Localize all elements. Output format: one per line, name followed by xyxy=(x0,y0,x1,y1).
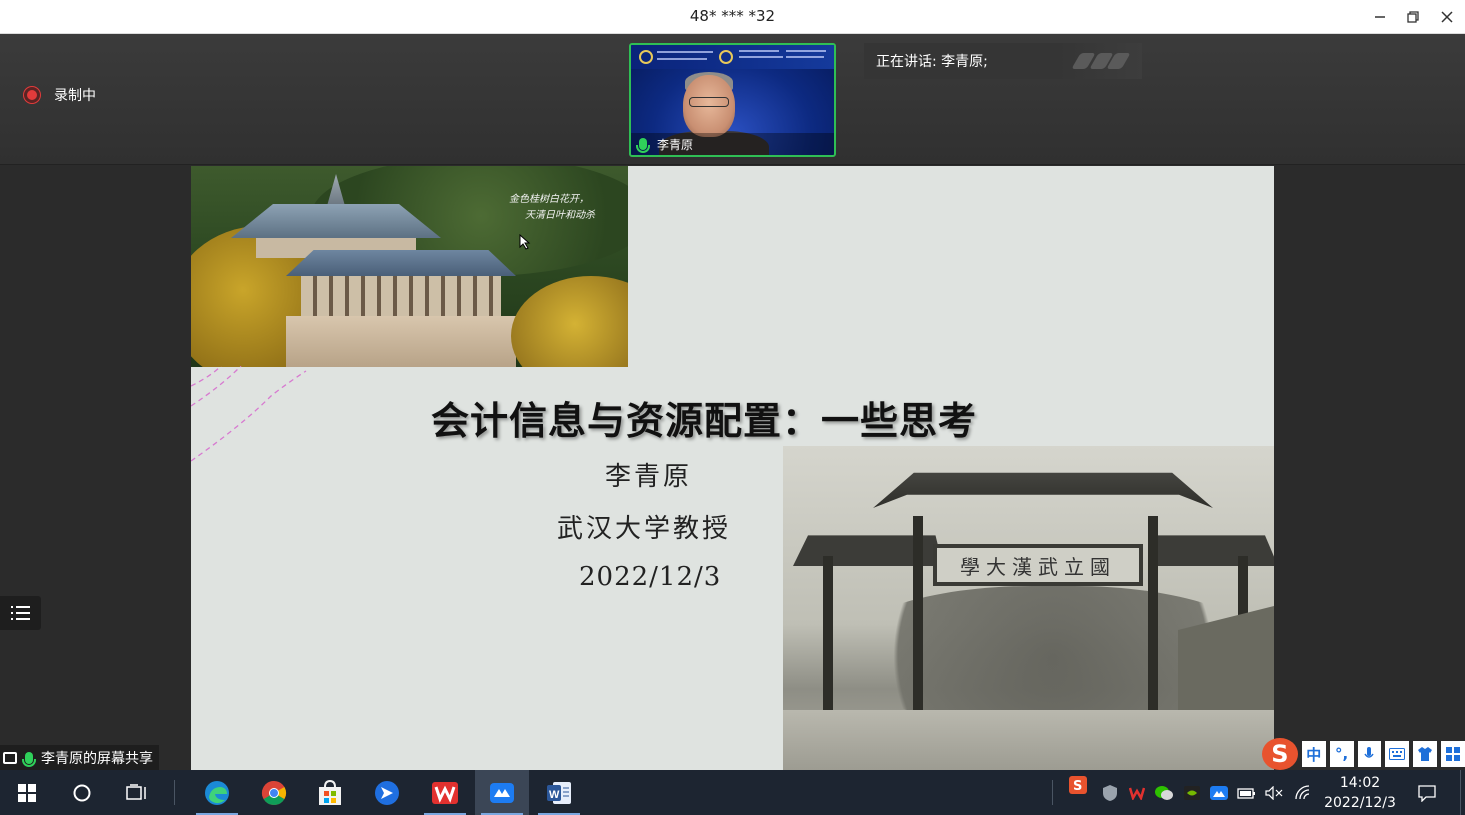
windows-taskbar: W S 14:02 2022/12/3 xyxy=(0,770,1465,815)
ime-voice-icon[interactable] xyxy=(1357,741,1382,767)
chrome-icon xyxy=(261,780,287,805)
video-name-label: 李青原 xyxy=(631,133,834,155)
svg-text:S: S xyxy=(1073,779,1082,794)
notification-icon xyxy=(1418,784,1436,802)
poem-line: 金色桂树白花开， xyxy=(509,194,589,205)
tray-sogou[interactable]: S xyxy=(1064,762,1091,807)
store-bag-icon xyxy=(319,779,341,805)
glasses-icon xyxy=(689,97,729,107)
minimize-icon xyxy=(1375,16,1385,18)
task-view-button[interactable] xyxy=(110,770,164,815)
tencent-meeting-icon xyxy=(490,782,514,803)
sidebar-list-button[interactable] xyxy=(0,596,41,630)
university-logo-icon xyxy=(719,50,733,64)
slide-date: 2022/12/3 xyxy=(579,562,722,592)
ime-mode-toggle[interactable]: 中 xyxy=(1301,741,1326,767)
poem-line: 天清日叶和动杀 xyxy=(525,210,595,221)
decorative-lines xyxy=(191,366,307,462)
slide-title: 会计信息与资源配置：一些思考 xyxy=(431,399,978,443)
historic-gate-photo: 學大漢武立國 xyxy=(783,446,1274,770)
restore-button[interactable] xyxy=(1398,4,1428,30)
participant-video[interactable]: 李青原 xyxy=(629,43,836,157)
tray-wifi[interactable] xyxy=(1289,770,1316,815)
sogou-logo-icon[interactable]: S xyxy=(1262,738,1298,770)
speaker-wave-icon xyxy=(1071,53,1131,69)
recording-label: 录制中 xyxy=(54,88,96,104)
participant-name: 李青原 xyxy=(657,137,694,152)
lark-icon xyxy=(375,780,399,805)
show-desktop-button[interactable] xyxy=(1460,770,1465,815)
mouse-cursor-icon xyxy=(519,234,531,250)
screen-share-text: 李青原的屏幕共享 xyxy=(41,750,153,767)
campus-photo: 金色桂树白花开， 天清日叶和动杀 xyxy=(191,166,628,367)
video-banner xyxy=(631,45,834,69)
wps-tray-icon xyxy=(1128,787,1145,800)
volume-muted-icon xyxy=(1264,785,1282,800)
tray-volume[interactable] xyxy=(1260,770,1287,815)
windows-logo-icon xyxy=(18,783,36,802)
nvidia-icon xyxy=(1183,785,1200,800)
search-button[interactable] xyxy=(55,770,109,815)
microphone-icon xyxy=(22,751,36,767)
window-titlebar: 48* *** *32 xyxy=(0,0,1465,34)
shared-screen-stage: 金色桂树白花开， 天清日叶和动杀 会计信息与资源配置：一些思考 李青原 武汉大学… xyxy=(0,166,1465,770)
battery-icon xyxy=(1236,787,1255,799)
tray-battery[interactable] xyxy=(1233,770,1260,815)
ime-keyboard-icon[interactable] xyxy=(1385,741,1410,767)
ime-toolbar: S 中 °, xyxy=(1262,737,1465,771)
tray-tencent-meeting[interactable] xyxy=(1205,770,1232,815)
meeting-topbar: 录制中 李青原 正在讲话: 李青原; xyxy=(0,34,1465,165)
university-logo-icon xyxy=(639,50,653,64)
minimize-button[interactable] xyxy=(1365,4,1395,30)
svg-text:W: W xyxy=(549,789,560,801)
cortana-circle-icon xyxy=(73,784,91,801)
tray-wechat[interactable] xyxy=(1150,770,1177,815)
window-title: 48* *** *32 xyxy=(689,7,776,25)
active-speaker-banner: 正在讲话: 李青原; xyxy=(864,43,1142,79)
tray-wps[interactable] xyxy=(1123,770,1150,815)
ime-punct-toggle[interactable]: °, xyxy=(1329,741,1354,767)
taskbar-wps[interactable] xyxy=(418,770,472,815)
slide-presenter: 李青原 xyxy=(605,462,693,492)
presentation-slide: 金色桂树白花开， 天清日叶和动杀 会计信息与资源配置：一些思考 李青原 武汉大学… xyxy=(191,166,1274,770)
list-icon xyxy=(10,606,30,620)
sogou-tray-icon: S xyxy=(1068,775,1087,794)
screen-share-label[interactable]: 李青原的屏幕共享 xyxy=(0,745,159,770)
edge-icon xyxy=(205,780,229,805)
taskbar-word[interactable]: W xyxy=(532,770,586,815)
task-view-icon xyxy=(126,783,146,800)
word-icon: W xyxy=(547,781,571,804)
wifi-icon xyxy=(1294,784,1309,799)
ime-skin-icon[interactable] xyxy=(1413,741,1438,767)
clock-date: 2022/12/3 xyxy=(1324,794,1396,811)
record-icon xyxy=(24,87,40,103)
restore-icon xyxy=(1407,11,1419,23)
microphone-icon xyxy=(636,138,650,153)
taskbar-feishu[interactable] xyxy=(360,770,414,815)
taskbar-store[interactable] xyxy=(303,770,357,815)
recording-indicator[interactable]: 录制中 xyxy=(24,85,96,105)
taskbar-tencent-meeting[interactable] xyxy=(475,770,529,815)
action-center-button[interactable] xyxy=(1412,770,1442,815)
taskbar-edge[interactable] xyxy=(190,770,244,815)
close-button[interactable] xyxy=(1432,4,1462,30)
shield-icon xyxy=(1102,784,1117,801)
active-speaker-label: 正在讲话: 李青原; xyxy=(876,54,988,70)
taskbar-chrome[interactable] xyxy=(247,770,301,815)
start-button[interactable] xyxy=(0,770,54,815)
tray-security[interactable] xyxy=(1096,770,1123,815)
tencent-meeting-tray-icon xyxy=(1209,785,1228,800)
wps-icon xyxy=(432,781,458,804)
clock-time: 14:02 xyxy=(1339,774,1381,791)
close-icon xyxy=(1441,11,1453,23)
wechat-icon xyxy=(1154,785,1173,800)
gate-plaque: 學大漢武立國 xyxy=(933,544,1143,586)
ime-toolbox-icon[interactable] xyxy=(1441,741,1465,767)
system-clock[interactable]: 14:02 2022/12/3 xyxy=(1318,770,1402,815)
tray-nvidia[interactable] xyxy=(1178,770,1205,815)
photo-poem: 金色桂树白花开， 天清日叶和动杀 xyxy=(509,192,619,224)
screen-share-icon xyxy=(3,751,17,764)
slide-affiliation: 武汉大学教授 xyxy=(557,514,732,544)
